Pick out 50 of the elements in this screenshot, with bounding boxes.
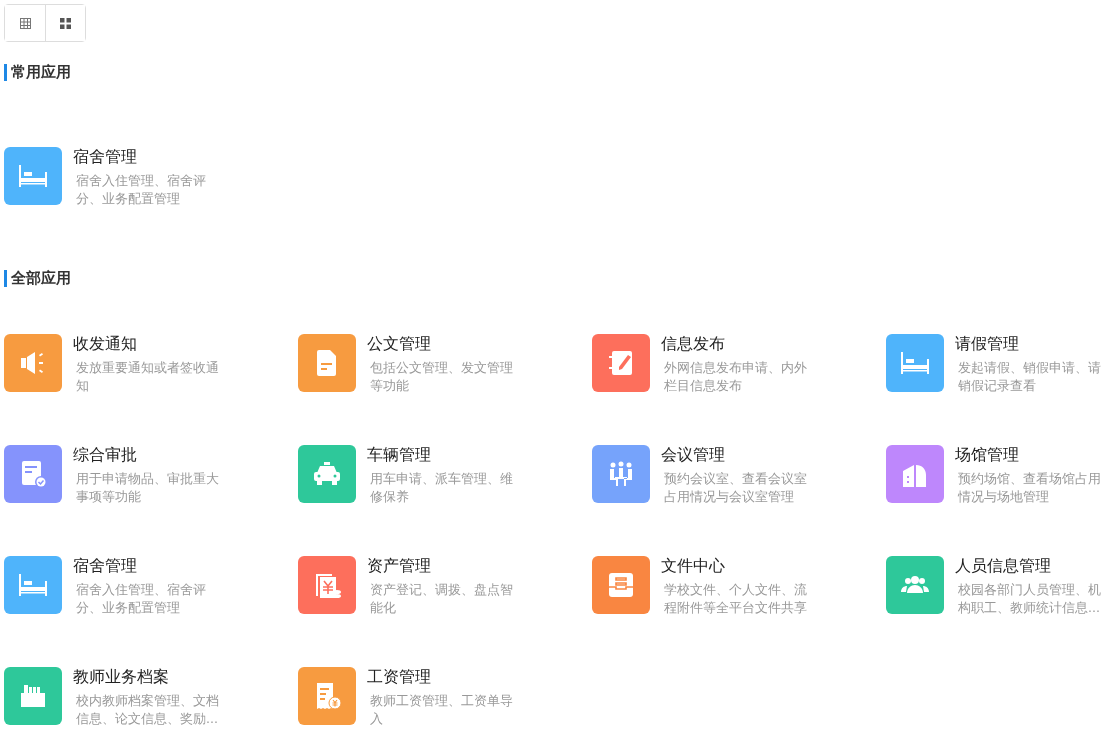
grid-icon [60, 17, 71, 29]
app-description: 发起请假、销假申请、请销假记录查看 [957, 359, 1102, 395]
app-description: 学校文件、个人文件、流程附件等全平台文件共享 [663, 581, 808, 617]
app-icon-tile[interactable] [886, 334, 944, 392]
app-icon-tile[interactable] [592, 445, 650, 503]
app-name[interactable]: 工资管理 [367, 667, 431, 687]
app-icon-tile[interactable] [298, 445, 356, 503]
app-icon-tile[interactable] [298, 556, 356, 614]
app-name[interactable]: 综合审批 [73, 445, 137, 465]
app-name[interactable]: 请假管理 [955, 334, 1019, 354]
app-name[interactable]: 收发通知 [73, 334, 137, 354]
app-description: 预约会议室、查看会议室占用情况与会议室管理 [663, 470, 808, 506]
app-description: 外网信息发布申请、内外栏目信息发布 [663, 359, 808, 395]
app-icon-tile[interactable] [298, 667, 356, 725]
app-name[interactable]: 车辆管理 [367, 445, 431, 465]
app-icon-tile[interactable] [4, 334, 62, 392]
app-description: 宿舍入住管理、宿舍评分、业务配置管理 [75, 172, 207, 208]
app-icon-tile[interactable] [4, 147, 62, 205]
app-name[interactable]: 宿舍管理 [73, 556, 137, 576]
app-description: 教师工资管理、工资单导入 [369, 692, 514, 728]
app-description: 资产登记、调拨、盘点智能化 [369, 581, 514, 617]
app-icon-tile[interactable] [592, 334, 650, 392]
app-description: 用车申请、派车管理、维修保养 [369, 470, 514, 506]
app-name[interactable]: 宿舍管理 [73, 147, 137, 167]
app-icon-tile[interactable] [4, 445, 62, 503]
app-description: 发放重要通知或者签收通知 [75, 359, 220, 395]
section-title: 常用应用 [4, 64, 71, 81]
app-description: 用于申请物品、审批重大事项等功能 [75, 470, 220, 506]
app-icon-tile[interactable] [592, 556, 650, 614]
app-description: 预约场馆、查看场馆占用情况与场地管理 [957, 470, 1102, 506]
app-name[interactable]: 教师业务档案 [73, 667, 169, 687]
app-name[interactable]: 信息发布 [661, 334, 725, 354]
grid-view-button[interactable] [45, 5, 85, 41]
app-description: 校内教师档案管理、文档信息、论文信息、奖励... [75, 692, 220, 728]
app-name[interactable]: 会议管理 [661, 445, 725, 465]
app-name[interactable]: 资产管理 [367, 556, 431, 576]
app-name[interactable]: 场馆管理 [955, 445, 1019, 465]
app-description: 包括公文管理、发文管理等功能 [369, 359, 514, 395]
section-title: 全部应用 [4, 270, 71, 287]
app-icon-tile[interactable] [4, 667, 62, 725]
table-icon [19, 17, 31, 29]
app-name[interactable]: 公文管理 [367, 334, 431, 354]
app-icon-tile[interactable] [886, 445, 944, 503]
app-icon-tile[interactable] [886, 556, 944, 614]
app-description: 宿舍入住管理、宿舍评分、业务配置管理 [75, 581, 207, 617]
app-icon-tile[interactable] [298, 334, 356, 392]
app-description: 校园各部门人员管理、机构职工、教师统计信息... [957, 581, 1102, 617]
app-name[interactable]: 文件中心 [661, 556, 725, 576]
app-icon-tile[interactable] [4, 556, 62, 614]
app-name[interactable]: 人员信息管理 [955, 556, 1051, 576]
